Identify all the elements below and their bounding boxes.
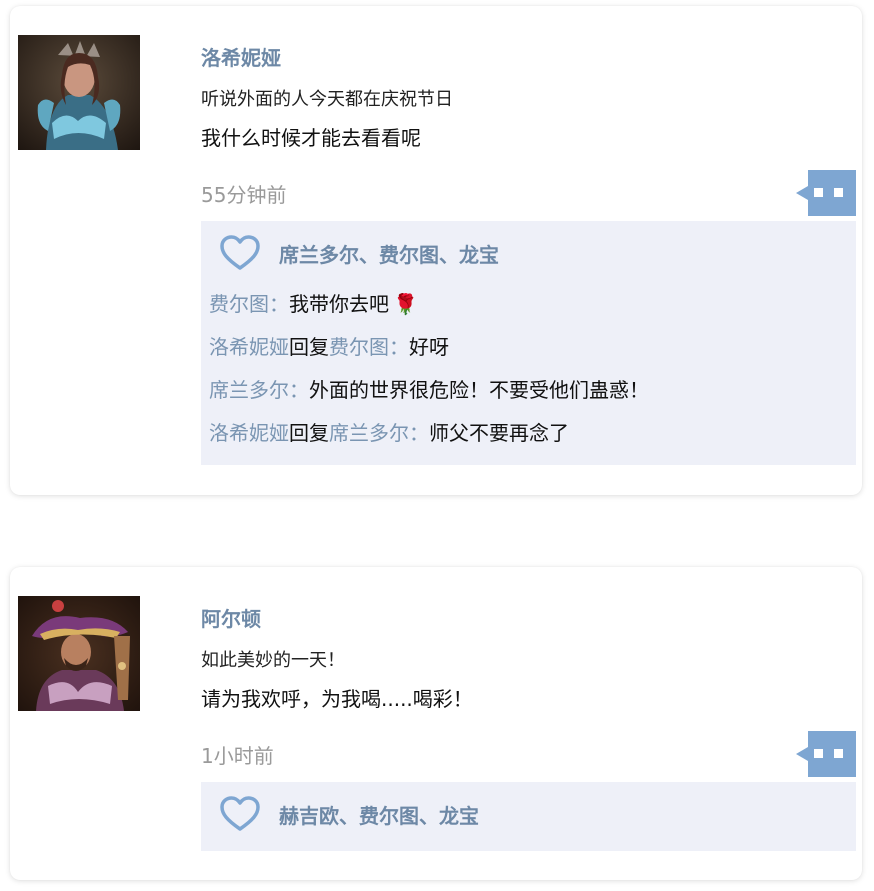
reply-word: 回复 — [289, 421, 329, 445]
reply-item: 费尔图：我带你去吧 🌹 — [209, 291, 418, 317]
reply-separator: ： — [409, 421, 429, 445]
reply-separator: ： — [289, 378, 309, 402]
rose-emoji: 🌹 — [393, 292, 418, 316]
reply-box: 赫吉欧、费尔图、龙宝 — [201, 782, 856, 851]
post-text-line2: 请为我欢呼，为我喝.....喝彩！ — [201, 687, 473, 711]
comment-button[interactable] — [796, 731, 856, 777]
reply-author[interactable]: 洛希妮娅 — [209, 335, 289, 359]
reply-text: 好呀 — [409, 335, 449, 359]
heart-outline-icon[interactable] — [219, 795, 261, 833]
reply-target[interactable]: 席兰多尔 — [329, 421, 409, 445]
comment-button[interactable] — [796, 170, 856, 216]
reply-item: 洛希妮娅回复席兰多尔：师父不要再念了 — [209, 420, 569, 446]
reply-author[interactable]: 席兰多尔 — [209, 378, 289, 402]
post-card: 洛希妮娅 听说外面的人今天都在庆祝节日 我什么时候才能去看看呢 55分钟前 席兰… — [10, 6, 862, 495]
liker-names[interactable]: 席兰多尔、费尔图、龙宝 — [279, 239, 499, 268]
post-timestamp: 55分钟前 — [201, 183, 287, 207]
comment-bubble-icon — [796, 170, 856, 216]
reply-text: 师父不要再念了 — [429, 421, 569, 445]
post-text-line1: 听说外面的人今天都在庆祝节日 — [201, 89, 453, 110]
heart-outline-icon[interactable] — [219, 234, 261, 272]
post-card: 阿尔顿 如此美妙的一天！ 请为我欢呼，为我喝.....喝彩！ 1小时前 赫吉欧、… — [10, 567, 862, 880]
reply-separator: ： — [269, 292, 289, 316]
avatar[interactable] — [18, 596, 140, 711]
avatar-image — [18, 35, 140, 150]
author-name[interactable]: 洛希妮娅 — [201, 46, 281, 70]
reply-item: 洛希妮娅回复费尔图：好呀 — [209, 334, 449, 360]
likes-row: 席兰多尔、费尔图、龙宝 — [219, 233, 499, 273]
reply-item: 席兰多尔：外面的世界很危险！不要受他们蛊惑！ — [209, 377, 649, 403]
reply-word: 回复 — [289, 335, 329, 359]
likes-row: 赫吉欧、费尔图、龙宝 — [219, 794, 479, 834]
reply-author[interactable]: 费尔图 — [209, 292, 269, 316]
post-timestamp: 1小时前 — [201, 744, 274, 768]
reply-separator: ： — [389, 335, 409, 359]
reply-author[interactable]: 洛希妮娅 — [209, 421, 289, 445]
avatar-image — [18, 596, 140, 711]
post-text-line1: 如此美妙的一天！ — [201, 650, 345, 671]
reply-target[interactable]: 费尔图 — [329, 335, 389, 359]
reply-box: 席兰多尔、费尔图、龙宝 费尔图：我带你去吧 🌹 洛希妮娅回复费尔图：好呀 席兰多尔… — [201, 221, 856, 465]
comment-bubble-icon — [796, 731, 856, 777]
avatar[interactable] — [18, 35, 140, 150]
post-text-line2: 我什么时候才能去看看呢 — [201, 126, 421, 150]
liker-names[interactable]: 赫吉欧、费尔图、龙宝 — [279, 800, 479, 829]
author-name[interactable]: 阿尔顿 — [201, 607, 261, 631]
reply-text: 外面的世界很危险！不要受他们蛊惑！ — [309, 378, 649, 402]
reply-text: 我带你去吧 — [289, 292, 389, 316]
